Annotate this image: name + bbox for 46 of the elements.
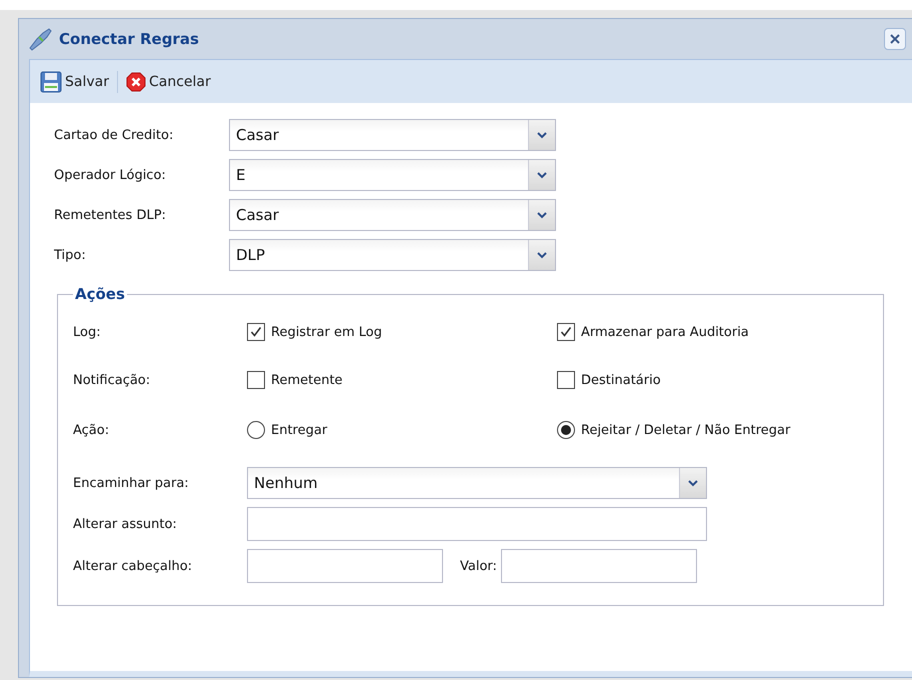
dropdown[interactable]: Casar <box>229 119 556 151</box>
option-label: Destinatário <box>581 372 661 388</box>
dropdown[interactable]: DLP <box>229 239 556 271</box>
dropdown[interactable]: Nenhum <box>247 467 707 499</box>
chevron-down-icon <box>537 132 547 138</box>
save-button[interactable]: Salvar <box>38 68 111 94</box>
chevron-down-icon <box>537 252 547 258</box>
field-label: Encaminhar para: <box>73 476 190 490</box>
plug-icon <box>27 27 53 51</box>
cancel-button[interactable]: Cancelar <box>124 70 213 94</box>
input-field[interactable] <box>247 507 707 541</box>
chevron-down-icon <box>537 172 547 178</box>
option-label: Remetente <box>271 372 343 388</box>
field-label: Log: <box>73 324 102 340</box>
field-label: Alterar cabeçalho: <box>73 558 194 574</box>
field-label: Notificação: <box>73 372 152 388</box>
option-label: Entregar <box>271 422 328 438</box>
option-label: Armazenar para Auditoria <box>581 324 749 340</box>
close-button[interactable] <box>884 28 906 50</box>
window-title: Conectar Regras <box>59 30 200 48</box>
checkbox[interactable] <box>557 371 575 389</box>
field-label: Remetentes DLP: <box>54 208 167 222</box>
cancel-icon <box>126 72 146 92</box>
field-label: Tipo: <box>54 248 87 262</box>
field-label: Operador Lógico: <box>54 168 167 182</box>
close-icon <box>889 33 901 45</box>
option-label: Registrar em Log <box>271 324 382 340</box>
option-label: Rejeitar / Deletar / Não Entregar <box>581 422 790 438</box>
input-field[interactable] <box>247 549 443 583</box>
chevron-down-icon <box>537 212 547 218</box>
field-label: Cartao de Credito: <box>54 128 174 142</box>
radio-button[interactable] <box>247 421 265 439</box>
field-label: Valor: <box>460 558 497 574</box>
radio-button[interactable] <box>557 421 575 439</box>
field-label: Alterar assunto: <box>73 516 178 532</box>
checkmark-icon <box>559 325 573 339</box>
dropdown[interactable]: Casar <box>229 199 556 231</box>
dropdown[interactable]: E <box>229 159 556 191</box>
chevron-down-icon <box>688 480 698 486</box>
checkmark-icon <box>249 325 263 339</box>
checkbox[interactable] <box>247 323 265 341</box>
checkbox[interactable] <box>557 323 575 341</box>
field-label: Ação: <box>73 422 110 438</box>
checkbox[interactable] <box>247 371 265 389</box>
input-field[interactable] <box>500 549 697 583</box>
group-legend: Ações <box>73 285 127 303</box>
